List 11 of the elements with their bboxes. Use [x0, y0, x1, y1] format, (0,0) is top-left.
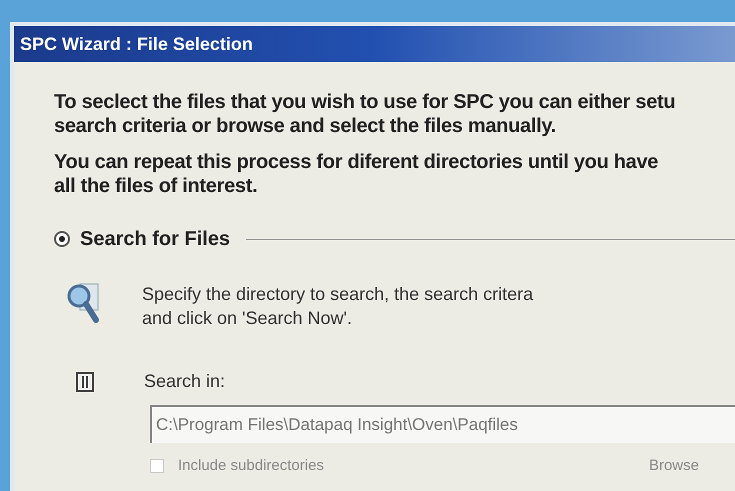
intro-text: To seclect the files that you wish to use for SPC you can either setu: [54, 90, 676, 114]
intro-text: search criteria or browse and select the files manually.: [54, 114, 557, 138]
radio-button[interactable]: [54, 231, 70, 247]
path-field[interactable]: C:\Program Files\Datapaq Insight\Oven\Paqfiles: [150, 405, 735, 443]
window-title: SPC Wizard : File Selection: [20, 32, 253, 56]
radio-label[interactable]: Search for Files: [80, 224, 230, 254]
instruction-text: Specify the directory to search, the search critera: [142, 283, 534, 306]
note-text: all the files of interest.: [54, 174, 258, 198]
instruction-text: and click on 'Search Now'.: [142, 307, 353, 330]
search-in-label: Search in:: [144, 370, 226, 393]
note-text: You can repeat this process for diferent directories until you have: [54, 150, 660, 174]
